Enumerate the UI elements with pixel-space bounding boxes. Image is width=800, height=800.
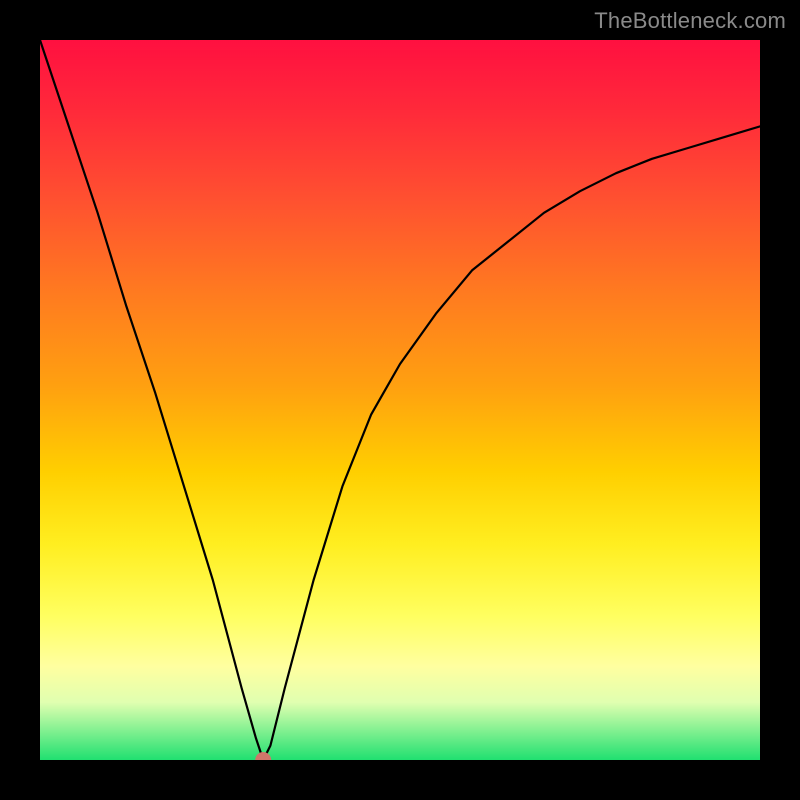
chart-stage: TheBottleneck.com — [0, 0, 800, 800]
optimal-point-marker — [255, 752, 271, 760]
plot-area — [40, 40, 760, 760]
bottleneck-curve — [40, 40, 760, 760]
curve-layer — [40, 40, 760, 760]
watermark-text: TheBottleneck.com — [594, 8, 786, 34]
